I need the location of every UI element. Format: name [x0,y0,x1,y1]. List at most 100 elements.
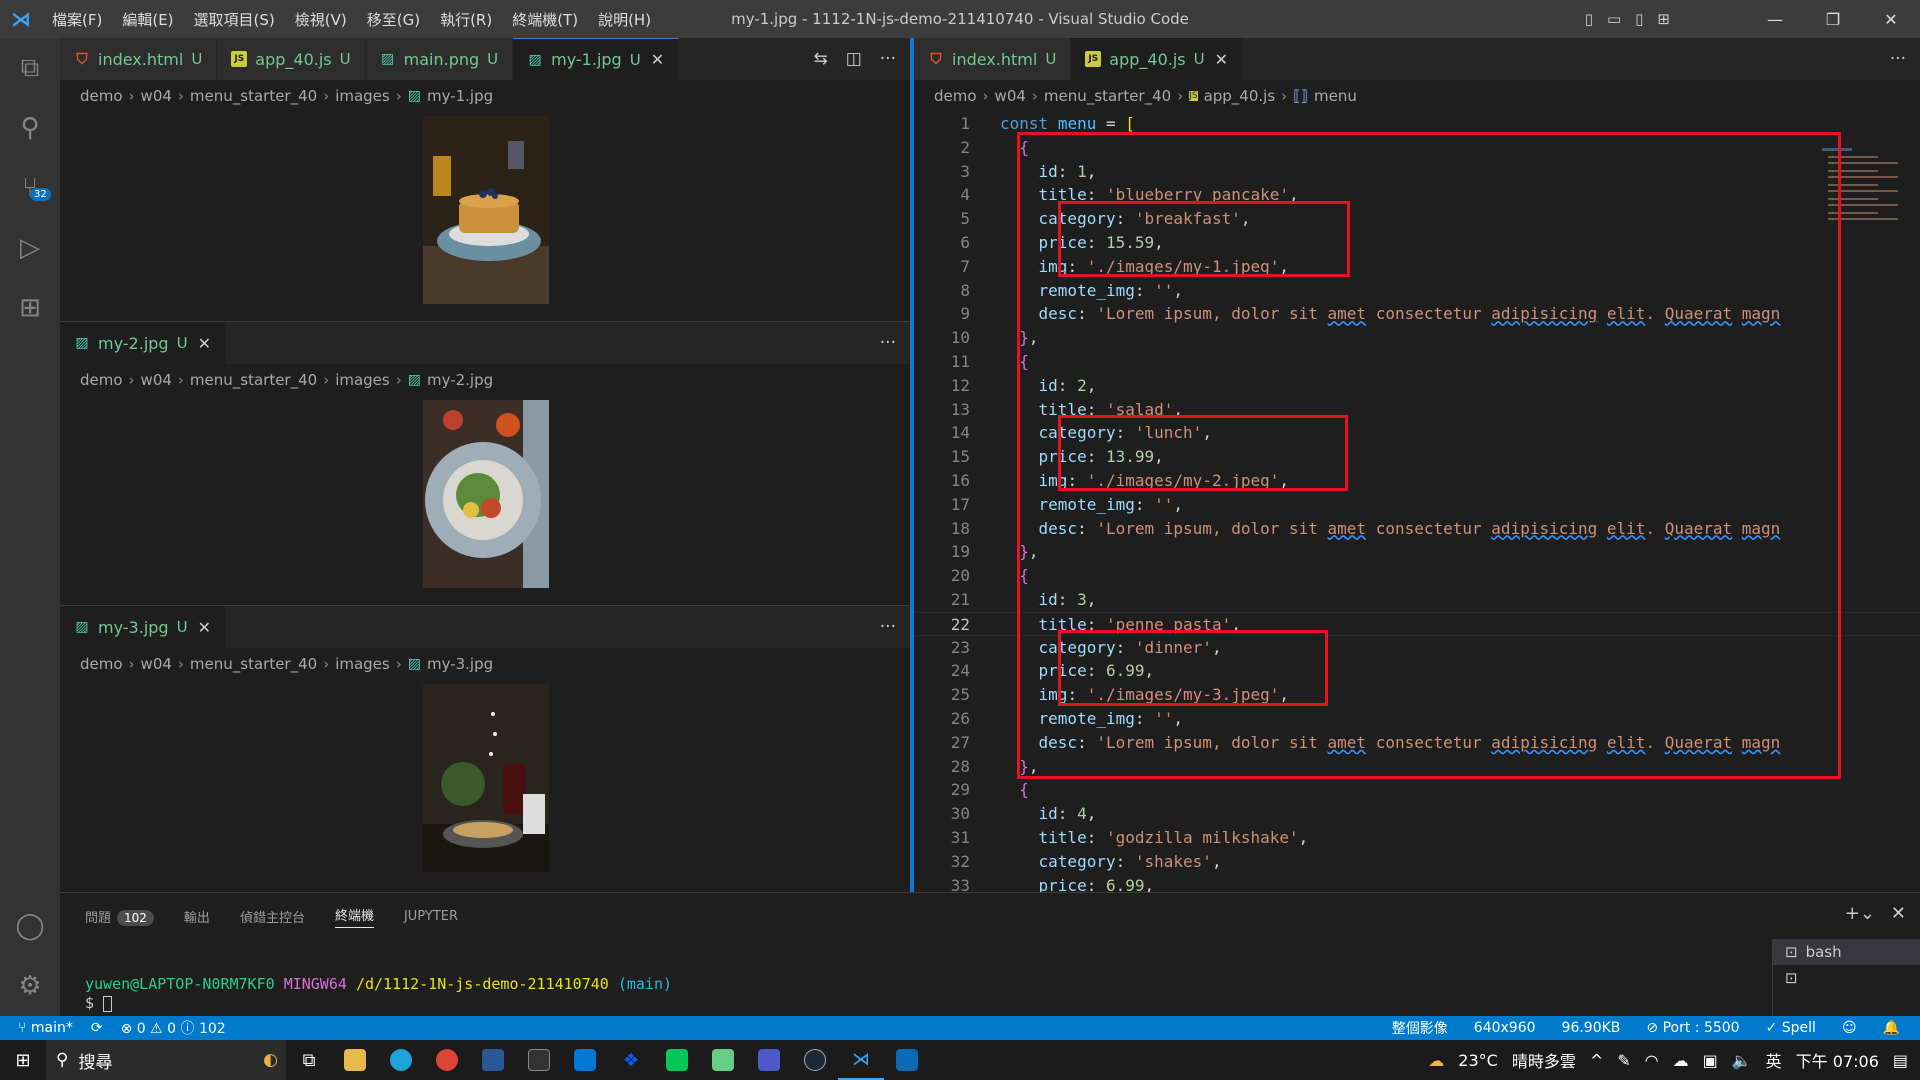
search-icon[interactable]: ⚲ [0,98,60,158]
customize-layout-icon[interactable]: ⊞ [1657,10,1670,28]
settings-gear-icon[interactable]: ⚙ [0,956,60,1016]
problems-status[interactable]: ⊗ 0 ⚠ 0 ⓘ 102 [121,1018,226,1038]
photos-icon[interactable] [884,1040,930,1080]
breadcrumb-item[interactable]: demo [80,87,123,105]
split-editor-icon[interactable]: ◫ [846,49,862,69]
tab-terminal[interactable]: 終端機 [334,905,374,928]
new-terminal-icon[interactable]: +⌄ [1845,903,1875,924]
onedrive-icon[interactable]: ☁ [1673,1051,1689,1070]
dropbox-icon[interactable]: ❖ [608,1040,654,1080]
sync-icon[interactable]: ⟳ [91,1020,103,1036]
toggle-secondary-sidebar-icon[interactable]: ▯ [1635,10,1643,28]
tab-debug-console[interactable]: 偵錯主控台 [240,907,305,926]
branch-status[interactable]: ⑂ main* [18,1020,73,1036]
terminal-app-icon[interactable] [516,1040,562,1080]
tab-app-js-active[interactable]: JS app_40.js U ✕ [1071,38,1244,80]
mail-icon[interactable] [562,1040,608,1080]
close-tab-icon[interactable]: ✕ [198,334,211,353]
breadcrumb-item[interactable]: demo [934,87,977,105]
explorer-icon[interactable]: ⧉ [0,38,60,98]
menu-selection[interactable]: 選取項目(S) [184,9,285,30]
windows-start-icon[interactable]: ⊞ [0,1040,46,1080]
breadcrumb-item[interactable]: demo [80,371,123,389]
terminal-item-bash[interactable]: ⊡ bash [1773,939,1920,965]
tab-index-html[interactable]: ⛉ index.html U [60,38,218,80]
breadcrumb-item[interactable]: images [335,655,390,673]
more-actions-icon[interactable]: ··· [880,617,896,637]
volume-icon[interactable]: 🔈 [1732,1051,1752,1070]
vscode-taskbar-icon[interactable]: ⋊ [838,1040,884,1080]
chrome-icon[interactable] [424,1040,470,1080]
breadcrumb-item[interactable]: menu_starter_40 [190,87,317,105]
app-icon[interactable] [700,1040,746,1080]
menu-terminal[interactable]: 終端機(T) [502,9,588,30]
breadcrumb-item[interactable]: my-1.jpg [427,87,493,105]
pen-icon[interactable]: ✎ [1617,1051,1630,1070]
breadcrumb-item[interactable]: menu [1314,87,1357,105]
close-tab-icon[interactable]: ✕ [651,50,664,69]
file-explorer-icon[interactable] [332,1040,378,1080]
restore-button[interactable]: ❐ [1804,10,1862,29]
source-control-icon[interactable]: ⑂ 32 [0,158,60,218]
minimize-button[interactable]: — [1746,10,1804,29]
extensions-icon[interactable]: ⊞ [0,278,60,338]
breadcrumb-item[interactable]: images [335,371,390,389]
tab-main-png[interactable]: ▨ main.png U [365,38,514,80]
toggle-sidebar-icon[interactable]: ▯ [1585,10,1593,28]
close-panel-icon[interactable]: ✕ [1891,903,1906,924]
more-actions-icon[interactable]: ··· [880,49,896,69]
close-tab-icon[interactable]: ✕ [1215,50,1228,69]
wifi-icon[interactable]: ◠ [1645,1051,1659,1070]
tab-index-html[interactable]: ⛉ index.html U [914,38,1072,80]
line-icon[interactable] [654,1040,700,1080]
menu-view[interactable]: 檢視(V) [285,9,357,30]
breadcrumb-item[interactable]: w04 [141,655,172,673]
breadcrumb-item[interactable]: demo [80,655,123,673]
breadcrumb-item[interactable]: menu_starter_40 [190,371,317,389]
teams-icon[interactable] [746,1040,792,1080]
steam-icon[interactable] [792,1040,838,1080]
tab-my-1-jpg[interactable]: ▨ my-1.jpg U ✕ [513,38,680,80]
tab-output[interactable]: 輸出 [184,907,210,926]
menu-help[interactable]: 說明(H) [588,9,661,30]
notification-center-icon[interactable]: ▤ [1893,1051,1908,1070]
tab-jupyter[interactable]: JUPYTER [404,909,458,924]
more-actions-icon[interactable]: ··· [880,333,896,353]
notifications-icon[interactable]: 🔔 [1883,1020,1900,1036]
breadcrumb-item[interactable]: w04 [141,87,172,105]
temperature[interactable]: 23°C [1458,1051,1498,1070]
breadcrumb-item[interactable]: w04 [995,87,1026,105]
tray-chevron-icon[interactable]: ^ [1590,1051,1603,1070]
breadcrumb-item[interactable]: my-2.jpg [427,371,493,389]
live-server-port[interactable]: ⊘ Port : 5500 [1646,1020,1739,1036]
image-zoom-status[interactable]: 整個影像 [1392,1018,1448,1038]
menu-file[interactable]: 檔案(F) [42,9,112,30]
tab-my-3-jpg[interactable]: ▨ my-3.jpg U ✕ [60,606,226,648]
open-changes-icon[interactable]: ⇆ [813,49,827,69]
display-icon[interactable]: ▣ [1703,1051,1718,1070]
breadcrumb-item[interactable]: menu_starter_40 [190,655,317,673]
clock[interactable]: 下午 07:06 [1796,1048,1879,1072]
toggle-panel-icon[interactable]: ▭ [1607,10,1621,28]
ime-indicator[interactable]: 英 [1766,1048,1782,1072]
breadcrumb-item[interactable]: app_40.js [1204,87,1276,105]
weather-text[interactable]: 晴時多雲 [1512,1048,1576,1072]
breadcrumb-item[interactable]: my-3.jpg [427,655,493,673]
spell-check-status[interactable]: ✓ Spell [1766,1020,1816,1036]
terminal-output[interactable]: yuwen@LAPTOP-N0RM7KF0 MINGW64 /d/1112-1N… [85,975,672,1013]
word-icon[interactable] [470,1040,516,1080]
tab-app-js[interactable]: JS app_40.js U [217,38,366,80]
breadcrumb-item[interactable]: w04 [141,371,172,389]
terminal-item-2[interactable]: ⊡ [1773,965,1920,991]
run-debug-icon[interactable]: ▷ [0,218,60,278]
task-view-icon[interactable]: ⧉ [286,1040,332,1080]
menu-go[interactable]: 移至(G) [357,9,430,30]
account-icon[interactable]: ◯ [0,896,60,956]
edge-icon[interactable] [378,1040,424,1080]
tab-problems[interactable]: 問題 102 [85,907,154,926]
close-tab-icon[interactable]: ✕ [198,618,211,637]
menu-edit[interactable]: 編輯(E) [112,9,183,30]
feedback-icon[interactable]: ☺ [1842,1020,1857,1036]
breadcrumb-item[interactable]: images [335,87,390,105]
breadcrumb-item[interactable]: menu_starter_40 [1044,87,1171,105]
